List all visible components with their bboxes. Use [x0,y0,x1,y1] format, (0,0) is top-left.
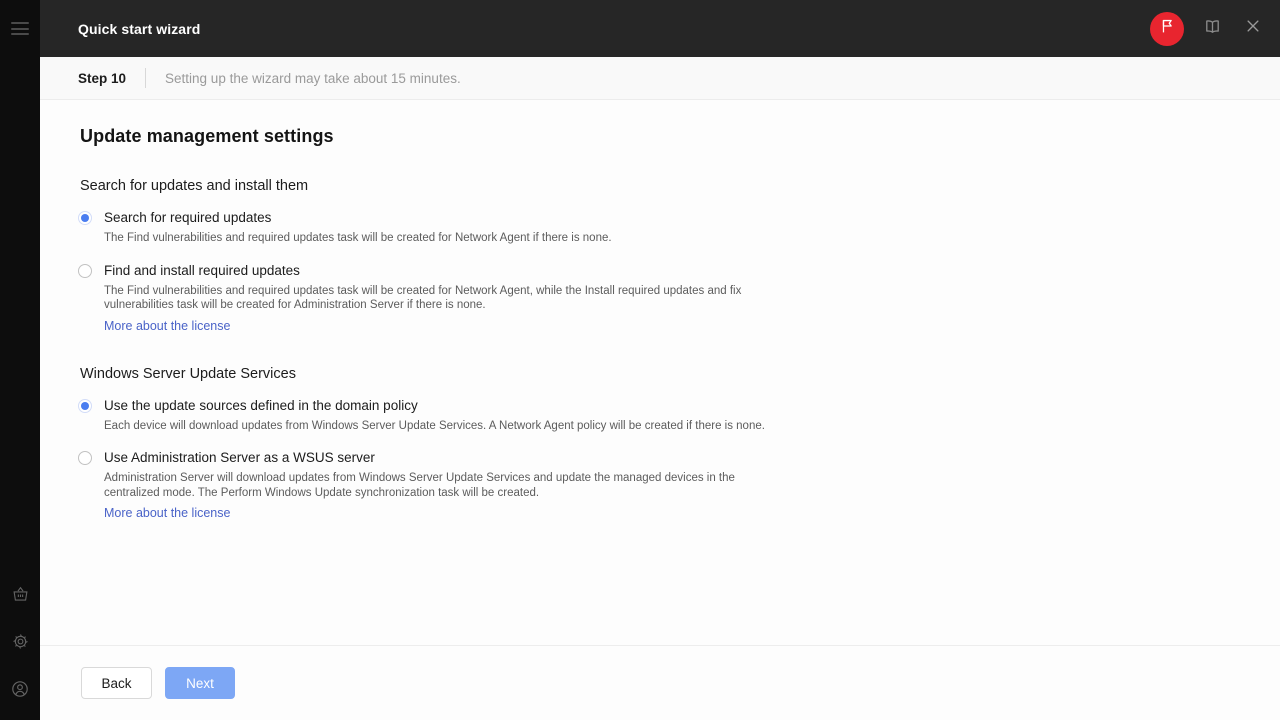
section-wsus: Windows Server Update Services Use the u… [78,366,1242,523]
radio-admin-server-as-wsus[interactable] [78,451,92,465]
help-book-button[interactable] [1199,16,1225,42]
section-title: Search for updates and install them [80,178,1242,194]
option-description: The Find vulnerabilities and required up… [104,284,784,313]
wizard-content: Update management settings Search for up… [40,100,1280,645]
book-icon [1203,17,1222,41]
option-label[interactable]: Use the update sources defined in the do… [104,396,1242,415]
step-number: Step 10 [78,71,126,86]
close-button[interactable] [1240,16,1266,42]
option-label[interactable]: Find and install required updates [104,261,1242,280]
step-hint: Setting up the wizard may take about 15 … [165,71,461,86]
option-label[interactable]: Search for required updates [104,208,1242,227]
rail-top [0,0,40,57]
option-description: Administration Server will download upda… [104,471,784,500]
option-find-install-required-updates[interactable]: Find and install required updates The Fi… [78,261,1242,335]
gear-icon [12,633,29,650]
radio-find-install-required-updates[interactable] [78,264,92,278]
title-bar: Quick start wizard [40,0,1280,57]
radio-domain-policy-sources[interactable] [78,399,92,413]
option-domain-policy-sources[interactable]: Use the update sources defined in the do… [78,396,1242,434]
sidebar-item-settings[interactable] [0,618,40,665]
flag-icon [1159,18,1175,39]
step-bar: Step 10 Setting up the wizard may take a… [40,57,1280,100]
window-title: Quick start wizard [78,21,1150,37]
sidebar-item-account[interactable] [0,665,40,712]
hamburger-icon[interactable] [11,22,29,35]
option-search-required-updates[interactable]: Search for required updates The Find vul… [78,208,1242,246]
left-rail [0,0,40,720]
close-icon [1244,17,1262,40]
more-about-license-link[interactable]: More about the license [104,506,230,520]
wizard-footer: Back Next [40,645,1280,720]
rail-bottom-icons [0,571,40,720]
page-title: Update management settings [80,126,1242,147]
wizard-window: Quick start wizard [0,0,1280,720]
flag-badge-button[interactable] [1150,12,1184,46]
section-title: Windows Server Update Services [80,366,1242,382]
basket-icon [12,586,29,603]
more-about-license-link[interactable]: More about the license [104,319,230,333]
step-divider [145,68,146,88]
option-admin-server-as-wsus[interactable]: Use Administration Server as a WSUS serv… [78,448,1242,522]
option-description: The Find vulnerabilities and required up… [104,231,784,246]
option-description: Each device will download updates from W… [104,419,784,434]
main-column: Quick start wizard [40,0,1280,720]
user-icon [11,680,29,698]
section-search-updates: Search for updates and install them Sear… [78,178,1242,335]
next-button[interactable]: Next [165,667,235,699]
title-bar-actions [1150,12,1266,46]
back-button[interactable]: Back [81,667,152,699]
option-label[interactable]: Use Administration Server as a WSUS serv… [104,448,1242,467]
radio-search-required-updates[interactable] [78,211,92,225]
sidebar-item-marketplace[interactable] [0,571,40,618]
